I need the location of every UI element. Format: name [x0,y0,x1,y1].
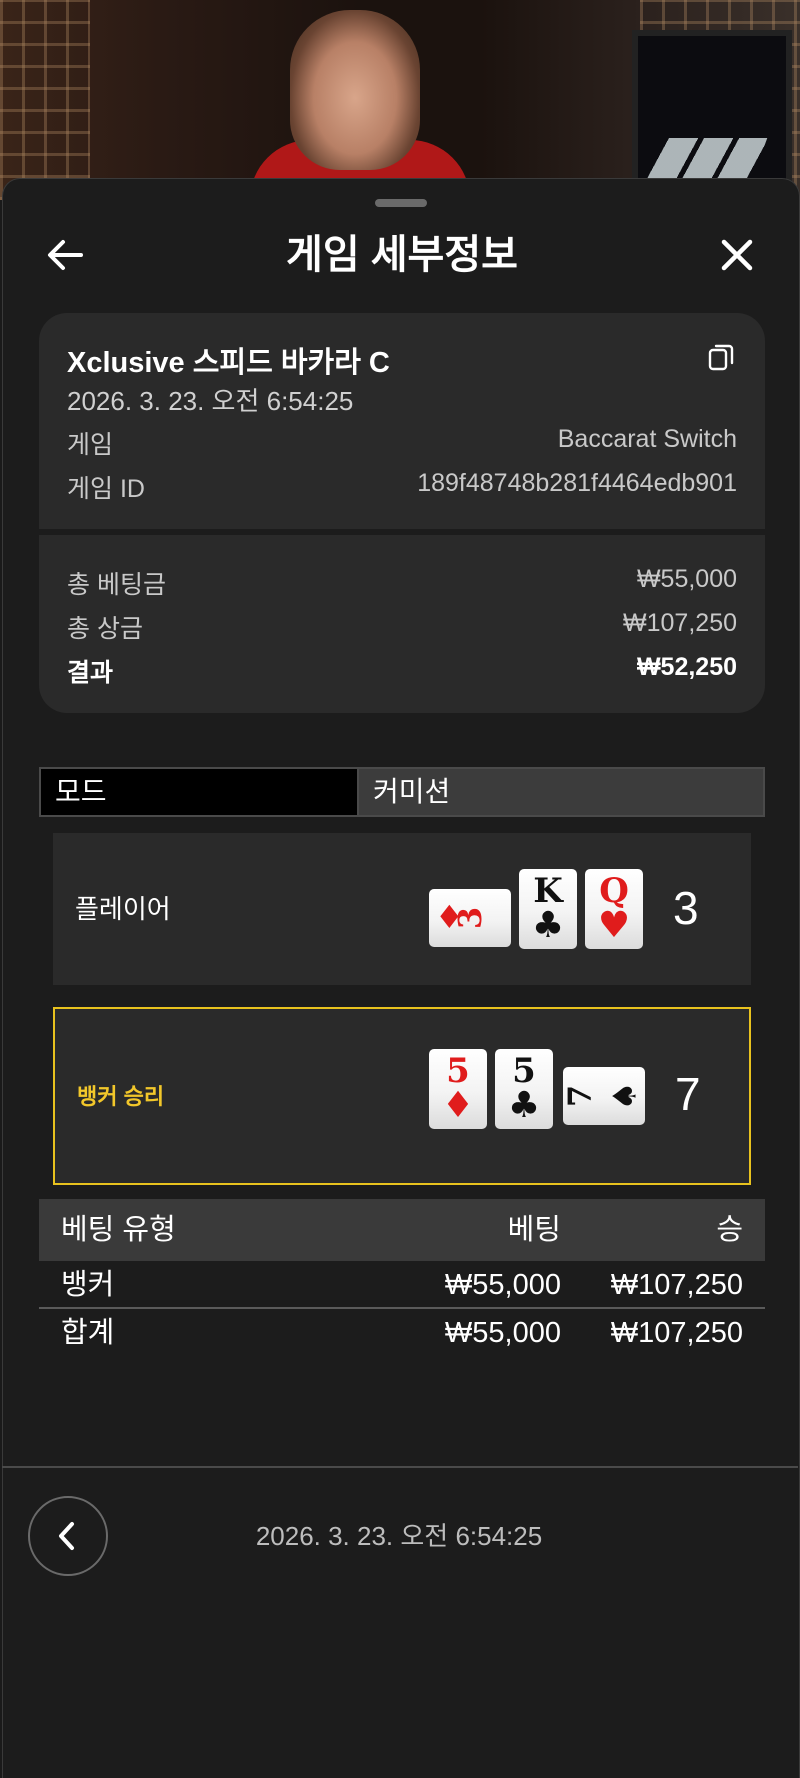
table-row: 뱅커 ₩55,000 ₩107,250 [39,1261,765,1309]
total-bet-value: ₩55,000 [636,565,737,593]
total-label: 합계 [61,1317,115,1349]
card-rank: 5 [512,1051,536,1091]
header-bet: 베팅 [507,1214,561,1246]
game-value: Baccarat Switch [557,425,737,453]
footer-datetime: 2026. 3. 23. 오전 6:54:25 [255,1521,543,1551]
header-bet-type: 베팅 유형 [61,1214,176,1246]
card-suit: ♣ [531,905,565,946]
card-rank: 7 [561,1084,600,1108]
page-title: 게임 세부정보 [286,233,518,277]
player-score: 3 [673,882,699,934]
player-hand: 플레이어 3 ♦ K ♣ Q ♥ 3 [53,833,751,985]
total-win-value: ₩107,250 [623,609,737,637]
game-label: 게임 [67,431,114,459]
game-id-label: 게임 ID [67,475,145,503]
row-bet-amount: ₩55,000 [444,1269,561,1301]
close-icon[interactable] [715,233,759,277]
game-name: Xclusive 스피드 바카라 C [67,347,390,379]
banker-hand: 뱅커 승리 5 ♦ 5 ♣ 7 ♠ 7 [53,1007,751,1185]
card-rank: 5 [446,1051,470,1091]
playing-card: 5 ♣ [495,1049,553,1129]
footer-divider [2,1466,798,1468]
card-suit: ♥ [597,905,631,946]
studio-logo [642,138,768,178]
playing-card: 7 ♠ [561,1067,645,1125]
row-win-amount: ₩107,250 [610,1269,743,1301]
player-label: 플레이어 [75,894,171,924]
banker-win-label: 뱅커 승리 [77,1084,165,1109]
result-label: 결과 [67,659,114,687]
lattice-decoration [0,0,90,200]
card-suit: ♠ [605,1081,644,1111]
table-total-row: 합계 ₩55,000 ₩107,250 [39,1309,765,1357]
bet-table-header: 베팅 유형 베팅 승 [39,1199,765,1261]
tab-commission[interactable]: 커미션 [359,769,763,815]
card-suit: ♦ [441,1085,475,1126]
game-info-card: Xclusive 스피드 바카라 C 2026. 3. 23. 오전 6:54:… [39,313,765,713]
mode-tabs: 모드 커미션 [39,767,765,817]
card-rank: K [533,871,563,911]
playing-card: 5 ♦ [429,1049,487,1129]
copy-icon[interactable] [705,341,737,373]
game-id-value: 189f48748b281f4464edb901 [417,469,737,497]
live-video-background [0,0,800,200]
game-datetime: 2026. 3. 23. 오전 6:54:25 [67,386,354,416]
drag-handle[interactable] [375,199,427,207]
card-rank: Q [599,871,629,911]
total-bet-amount: ₩55,000 [444,1317,561,1349]
playing-card: K ♣ [519,869,577,949]
playing-card: 3 ♦ [429,889,511,947]
result-value: ₩52,250 [636,653,737,681]
card-suit: ♣ [507,1085,541,1126]
dealer-head [290,10,420,170]
header-win: 승 [716,1214,743,1246]
total-win-amount: ₩107,250 [610,1317,743,1349]
row-bet-type: 뱅커 [61,1269,115,1301]
card-suit: ♦ [435,898,464,936]
total-win-label: 총 상금 [67,615,143,643]
card-divider [39,529,765,535]
bet-table: 베팅 유형 베팅 승 뱅커 ₩55,000 ₩107,250 합계 ₩55,00… [39,1199,765,1357]
banker-score: 7 [675,1068,701,1120]
sheet-header: 게임 세부정보 [3,219,800,291]
playing-card: Q ♥ [585,869,643,949]
tab-mode[interactable]: 모드 [41,769,359,815]
total-bet-label: 총 베팅금 [67,571,166,599]
